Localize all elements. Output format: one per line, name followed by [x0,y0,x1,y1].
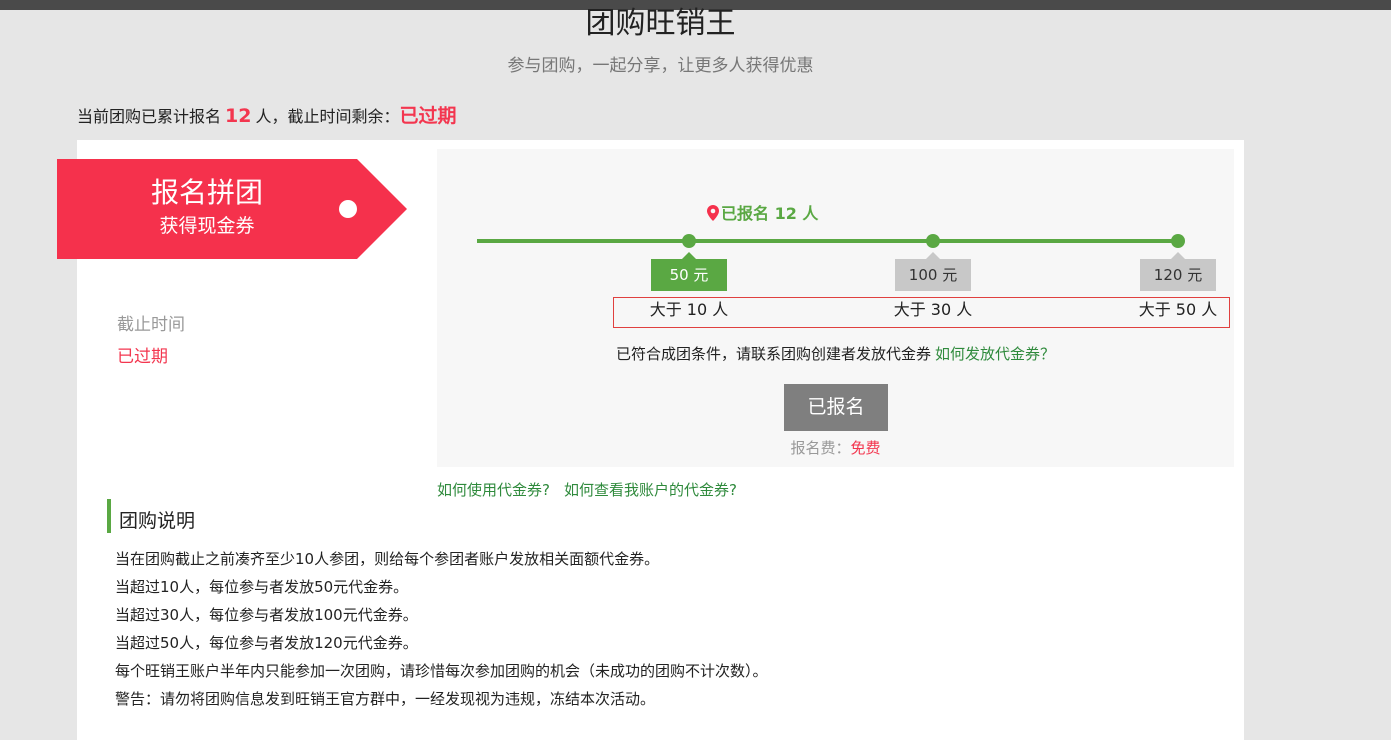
description-line: 当超过30人，每位参与者发放100元代金券。 [115,606,418,624]
tier-dot-3 [1171,234,1185,248]
description-line: 当超过10人，每位参与者发放50元代金券。 [115,578,409,596]
remaining-time: 已过期 [399,105,457,127]
tier-dot-1 [682,234,696,248]
signup-fee: 报名费：免费 [437,437,1234,459]
voucher-help-links: 如何使用代金券? 如何查看我账户的代金券? [437,478,751,502]
section-title: 团购说明 [119,510,196,532]
tier-amount-2: 100 元 [895,252,971,291]
tier-dot-2 [926,234,940,248]
status-prefix: 当前团购已累计报名 [77,107,222,126]
signup-status: 当前团购已累计报名 12 人，截止时间剩余：已过期 [77,102,457,131]
page-subtitle: 参与团购，一起分享，让更多人获得优惠 [507,56,814,76]
deadline-value: 已过期 [117,347,168,367]
description-line: 每个旺销王账户半年内只能参加一次团购，请珍惜每次参加团购的机会（未成功的团购不计… [115,662,768,680]
signup-count: 12 [225,105,252,127]
description-line: 警告：请勿将团购信息发到旺销王官方群中，一经发现视为违规，冻结本次活动。 [115,690,656,708]
status-middle: 人，截止时间剩余： [255,107,400,126]
ribbon-subtitle: 获得现金券 [159,215,255,237]
deadline-label: 截止时间 [117,315,185,335]
ribbon-hole-dot [339,200,357,218]
tier-condition-2: 大于 30 人 [893,300,973,319]
tier-condition-3: 大于 50 人 [1138,300,1218,319]
page-title: 团购旺销王 [585,6,736,41]
description-list: 当在团购截止之前凑齐至少10人参团，则给每个参团者账户发放相关面额代金券。 当超… [115,545,768,713]
signup-ribbon: 报名拼团 获得现金券 [57,159,407,259]
tier-condition-1: 大于 10 人 [649,300,729,319]
description-line: 当超过50人，每位参与者发放120元代金券。 [115,634,418,652]
how-to-use-voucher-link[interactable]: 如何使用代金券? [437,481,550,499]
how-to-view-voucher-link[interactable]: 如何查看我账户的代金券? [564,481,737,499]
tier-amount-3: 120 元 [1140,252,1216,291]
notice-text: 已符合成团条件，请联系团购创建者发放代金券 [615,345,931,363]
signed-count-label: 已报名 12 人 [721,204,819,223]
tier-amount-1: 50 元 [651,252,727,291]
how-to-issue-voucher-link[interactable]: 如何发放代金券？ [935,345,1055,363]
map-pin-icon [707,204,719,228]
signed-count-marker: 已报名 12 人 [707,202,818,228]
fee-value: 免费 [850,439,881,457]
ribbon-title: 报名拼团 [150,176,263,209]
signed-up-button[interactable]: 已报名 [784,384,888,431]
description-line: 当在团购截止之前凑齐至少10人参团，则给每个参团者账户发放相关面额代金券。 [115,550,660,568]
group-condition-notice: 已符合成团条件，请联系团购创建者发放代金券 如何发放代金券？ [437,342,1234,366]
progress-track [477,239,1177,243]
fee-label: 报名费： [790,439,851,457]
section-accent-bar [107,499,111,533]
